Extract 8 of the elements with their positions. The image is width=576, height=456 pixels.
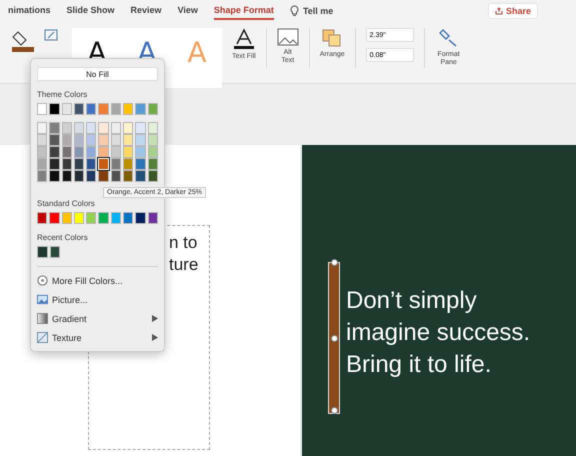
section-heading: Recent Colors [37, 233, 88, 242]
quote-text: Don’t simply [346, 286, 478, 316]
section-heading: Theme Colors [37, 90, 88, 99]
slide-text: n to [169, 232, 198, 254]
quote-text: Bring it to life. [346, 350, 492, 380]
quote-text: imagine success. [346, 318, 530, 348]
section-heading: Standard Colors [37, 199, 95, 208]
slide-text: ture [169, 254, 200, 276]
